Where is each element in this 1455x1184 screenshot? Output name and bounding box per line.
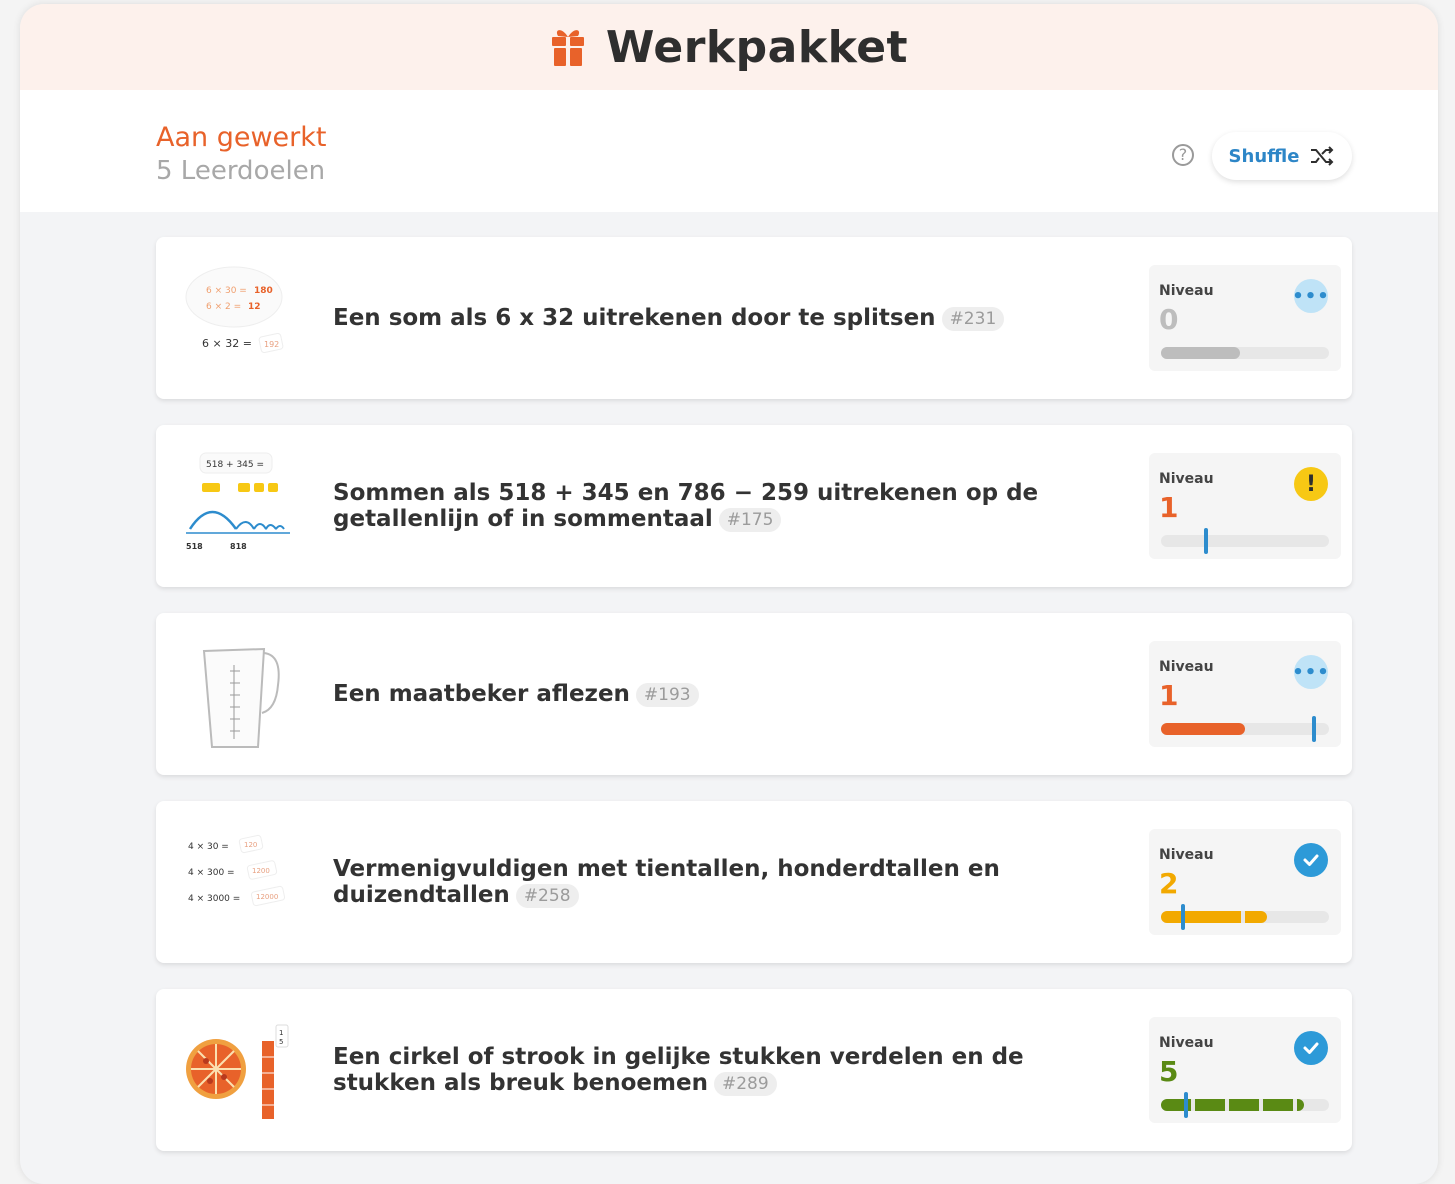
progress-marker — [1204, 528, 1208, 554]
progress-fill — [1161, 347, 1240, 359]
goal-title: Een som als 6 x 32 uitrekenen door te sp… — [333, 237, 1123, 399]
goal-code: #231 — [941, 307, 1005, 331]
shuffle-label: Shuffle — [1228, 145, 1300, 167]
goal-card-258[interactable]: 4 × 30 = 4 × 300 = 4 × 3000 = 120 1200 1… — [156, 801, 1352, 963]
check-icon[interactable] — [1294, 843, 1328, 877]
progress-marker — [1181, 904, 1185, 930]
level-panel: Niveau 1 ! — [1149, 453, 1341, 559]
group-status: Aan gewerkt — [156, 122, 327, 153]
goal-card-193[interactable]: Een maatbeker aflezen #193 Niveau 1 ••• — [156, 613, 1352, 775]
svg-text:6 × 32 =: 6 × 32 = — [202, 337, 252, 350]
level-label: Niveau — [1159, 471, 1214, 487]
goal-code: #193 — [635, 683, 699, 707]
svg-text:4 × 30 =: 4 × 30 = — [188, 842, 229, 852]
svg-text:1200: 1200 — [252, 867, 270, 875]
svg-text:180: 180 — [254, 286, 273, 296]
goal-code: #258 — [515, 884, 579, 908]
level-value: 5 — [1159, 1055, 1179, 1088]
goal-title-text: Een som als 6 x 32 uitrekenen door te sp… — [333, 305, 936, 331]
svg-text:4 × 3000 =: 4 × 3000 = — [188, 894, 240, 904]
exclamation-icon[interactable]: ! — [1294, 467, 1328, 501]
goal-title-text: Sommen als 518 + 345 en 786 − 259 uitrek… — [333, 480, 1039, 532]
level-progress — [1161, 904, 1329, 930]
shuffle-icon — [1311, 146, 1334, 166]
svg-text:6 × 2 =: 6 × 2 = — [206, 302, 241, 312]
shuffle-button[interactable]: Shuffle — [1212, 132, 1352, 180]
svg-text:12: 12 — [248, 302, 261, 312]
svg-text:1: 1 — [279, 1029, 283, 1037]
svg-text:5: 5 — [279, 1038, 283, 1046]
level-panel: Niveau 0 ••• — [1149, 265, 1341, 371]
split-sum-illustration: 6 × 30 = 180 6 × 2 = 12 6 × 32 = 192 — [185, 266, 284, 354]
progress-fill — [1161, 1099, 1304, 1111]
measuring-cup-illustration — [202, 647, 280, 748]
svg-text:818: 818 — [230, 542, 247, 551]
goal-card-175[interactable]: 518 + 345 = 518 818 Sommen als 518 + 345… — [156, 425, 1352, 587]
check-icon[interactable] — [1294, 1031, 1328, 1065]
goal-title: Vermenigvuldigen met tientallen, honderd… — [333, 801, 1123, 963]
level-value: 2 — [1159, 867, 1179, 900]
svg-text:192: 192 — [264, 340, 279, 349]
number-line-illustration: 518 + 345 = 518 818 — [186, 452, 290, 551]
svg-text:6 × 30 =: 6 × 30 = — [206, 286, 247, 296]
goal-title-text: Een cirkel of strook in gelijke stukken … — [333, 1044, 1024, 1096]
goal-card-231[interactable]: 6 × 30 = 180 6 × 2 = 12 6 × 32 = 192 Een… — [156, 237, 1352, 399]
gift-icon — [551, 30, 584, 66]
header-bar: Werkpakket — [20, 4, 1438, 90]
help-button[interactable]: ? — [1172, 144, 1194, 166]
goal-card-289[interactable]: 1 5 Een cirkel of strook in gelijke stuk… — [156, 989, 1352, 1151]
fraction-illustration: 1 5 — [186, 1024, 289, 1119]
page-title: Werkpakket — [605, 21, 909, 73]
svg-text:120: 120 — [244, 841, 257, 849]
goal-code: #289 — [713, 1072, 777, 1096]
svg-text:4 × 300 =: 4 × 300 = — [188, 868, 235, 878]
svg-text:12000: 12000 — [256, 893, 278, 901]
goal-title-text: Vermenigvuldigen met tientallen, honderd… — [333, 856, 1000, 908]
level-panel: Niveau 2 — [1149, 829, 1341, 935]
level-panel: Niveau 1 ••• — [1149, 641, 1341, 747]
level-value: 0 — [1159, 303, 1179, 336]
level-progress — [1161, 347, 1329, 359]
level-value: 1 — [1159, 491, 1179, 524]
progress-marker — [1184, 1092, 1188, 1118]
progress-fill — [1161, 911, 1267, 923]
multiplication-illustration: 4 × 30 = 4 × 300 = 4 × 3000 = 120 1200 1… — [188, 834, 286, 907]
goal-title: Een maatbeker aflezen #193 — [333, 613, 1123, 775]
level-panel: Niveau 5 — [1149, 1017, 1341, 1123]
level-progress — [1161, 1092, 1329, 1118]
level-progress — [1161, 528, 1329, 554]
goal-count: 5 Leerdoelen — [156, 156, 326, 186]
goal-title: Sommen als 518 + 345 en 786 − 259 uitrek… — [333, 425, 1123, 587]
goal-title-text: Een maatbeker aflezen — [333, 681, 630, 707]
level-value: 1 — [1159, 679, 1179, 712]
goal-title: Een cirkel of strook in gelijke stukken … — [333, 989, 1123, 1151]
svg-text:518 + 345 =: 518 + 345 = — [206, 460, 264, 470]
ellipsis-icon[interactable]: ••• — [1292, 655, 1329, 689]
ellipsis-icon[interactable]: ••• — [1292, 279, 1329, 313]
goal-code: #175 — [718, 508, 782, 532]
level-label: Niveau — [1159, 847, 1214, 863]
level-label: Niveau — [1159, 1035, 1214, 1051]
progress-fill — [1161, 723, 1245, 735]
level-progress — [1161, 716, 1329, 742]
level-label: Niveau — [1159, 659, 1214, 675]
progress-marker — [1312, 716, 1316, 742]
werkpakket-panel: Werkpakket Aan gewerkt 5 Leerdoelen 6 × … — [20, 4, 1438, 1184]
level-label: Niveau — [1159, 283, 1214, 299]
svg-text:518: 518 — [186, 542, 203, 551]
